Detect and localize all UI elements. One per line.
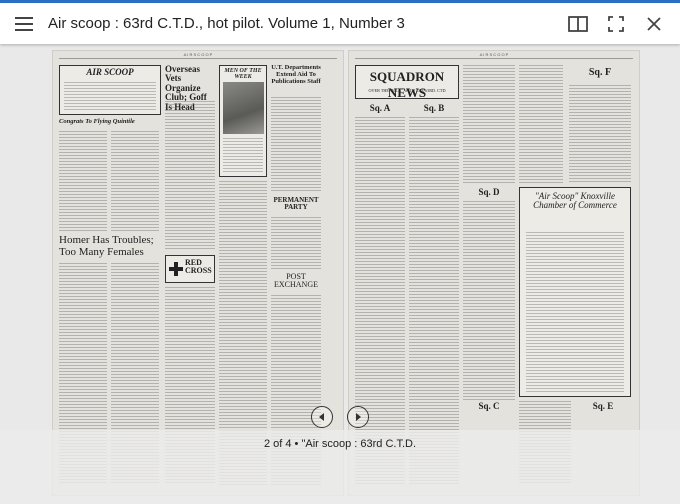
top-bar: Air scoop : 63rd C.T.D., hot pilot. Volu… <box>0 0 680 44</box>
chamber-of-commerce-box: "Air Scoop" Knoxville Chamber of Commerc… <box>519 187 631 397</box>
red-cross-box: RED CROSS <box>165 255 215 283</box>
headline-congrats: Congrats To Flying Quintile <box>59 118 135 125</box>
masthead-box: AIR SCOOP <box>59 65 161 115</box>
chamber-title: "Air Scoop" Knoxville Chamber of Commerc… <box>533 191 617 211</box>
squadron-news-banner: SQUADRON NEWS <box>369 69 445 99</box>
headline-homer: Homer Has Troubles; Too Many Females <box>59 234 154 258</box>
page-navigation <box>0 406 680 428</box>
fullscreen-icon[interactable] <box>598 6 634 42</box>
document-viewer-app: Air scoop : 63rd C.T.D., hot pilot. Volu… <box>0 0 680 504</box>
headline-post-exchange: POST EXCHANGE <box>274 272 318 290</box>
hamburger-menu-icon[interactable] <box>6 6 42 42</box>
sq-d-title: Sq. D <box>478 187 500 197</box>
right-page-header: A I R S C O O P <box>479 52 509 57</box>
sq-f-title: Sq. F <box>588 67 612 78</box>
squadron-news-subbanner: OVER THE "HILL" WITH THE 63RD. CTD <box>368 88 446 93</box>
next-page-icon[interactable] <box>347 406 369 428</box>
squadron-news-banner-box: SQUADRON NEWS OVER THE "HILL" WITH THE 6… <box>355 65 459 99</box>
page-status: 2 of 4 • "Air scoop : 63rd C.T.D. <box>263 438 417 450</box>
sq-b-title: Sq. B <box>423 103 445 113</box>
close-icon[interactable] <box>636 6 672 42</box>
document-title: Air scoop : 63rd C.T.D., hot pilot. Volu… <box>48 15 405 32</box>
masthead: AIR SCOOP <box>86 67 134 77</box>
headline-ut-departments: U.T. Departments Extend Aid To Publicati… <box>271 64 321 85</box>
book-view-icon[interactable] <box>560 6 596 42</box>
previous-page-icon[interactable] <box>311 406 333 428</box>
headline-permanent-party: PERMANENT PARTY <box>273 196 319 212</box>
men-photo <box>223 82 264 134</box>
headline-men-of-week: MEN OF THE WEEK <box>224 68 262 81</box>
page-viewer[interactable]: A I R S C O O P AIR SCOOP Congrats To Fl… <box>0 44 680 504</box>
headline-red-cross: RED CROSS <box>185 258 212 276</box>
sq-a-title: Sq. A <box>369 103 391 113</box>
men-of-week-box: MEN OF THE WEEK <box>219 65 267 177</box>
left-page-header: A I R S C O O P <box>183 52 213 57</box>
